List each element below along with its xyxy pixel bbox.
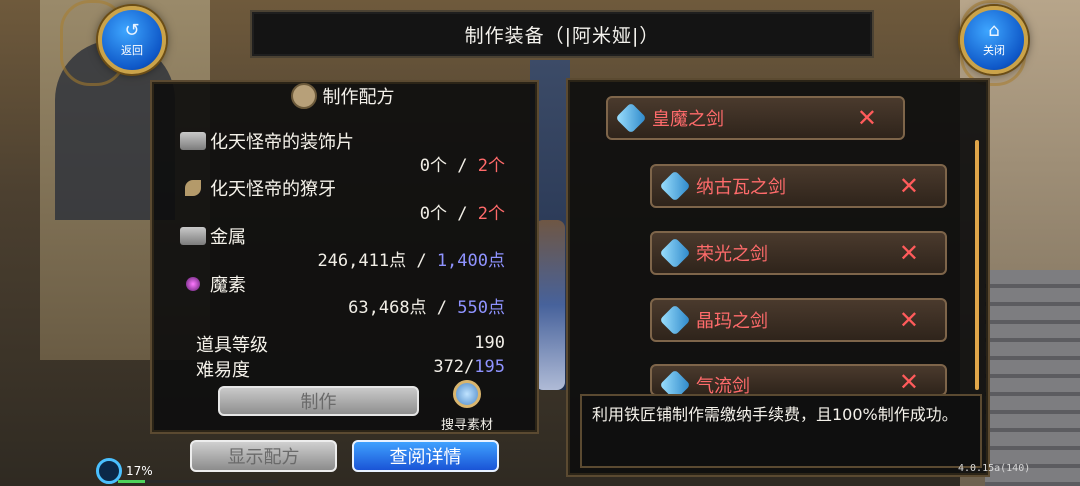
player-character [535, 220, 565, 390]
material-name-row: 化天怪帝的装饰片 [180, 128, 354, 154]
material-name: 魔素 [210, 275, 246, 296]
remove-icon[interactable]: ✕ [899, 306, 919, 334]
weapon-item[interactable]: 皇魔之剑 ✕ [606, 96, 905, 140]
search-materials-button[interactable]: 搜寻素材 [436, 380, 498, 433]
difficulty-required: 195 [474, 357, 505, 377]
title-bar: 制作装备（|阿米娅|） [250, 10, 874, 58]
recipe-header: 制作配方 [150, 80, 535, 112]
home-icon: ⌂ [988, 20, 1000, 41]
weapon-list-scrollbar[interactable] [975, 140, 979, 390]
sword-icon [659, 304, 691, 336]
weapon-item[interactable]: 纳古瓦之剑 ✕ [650, 164, 947, 208]
metal-piece-icon [180, 132, 206, 150]
material-quantity: 63,468点 / 550点 [348, 293, 505, 318]
page-title: 制作装备（|阿米娅|） [464, 24, 660, 47]
material-name-row: 魔素 [180, 271, 246, 297]
back-label: 返回 [121, 44, 143, 57]
magnifier-icon [453, 380, 481, 408]
description-text: 利用铁匠铺制作需缴纳手续费，且100%制作成功。 [592, 405, 958, 424]
sword-icon [659, 369, 691, 394]
difficulty-label: 难易度 [196, 360, 250, 381]
weapon-name: 气流剑 [696, 376, 750, 396]
material-sep: / [426, 298, 458, 318]
magic-orb-icon [186, 277, 200, 291]
close-button[interactable]: ⌂ 关闭 [960, 6, 1028, 74]
remove-icon[interactable]: ✕ [899, 172, 919, 200]
recipe-title: 制作配方 [322, 87, 395, 108]
weapon-item[interactable]: 气流剑 ✕ [650, 364, 947, 396]
progress-percent: 17% [126, 464, 153, 478]
weapon-item[interactable]: 晶玛之剑 ✕ [650, 298, 947, 342]
material-have: 246,411点 [317, 251, 407, 271]
material-name: 化天怪帝的獠牙 [210, 179, 336, 200]
version-text: 4.0.15a(140) [958, 463, 1031, 474]
progress-bar [118, 480, 278, 483]
item-level-value: 190 [474, 333, 505, 353]
back-button[interactable]: ↺ 返回 [98, 6, 166, 74]
remove-icon[interactable]: ✕ [899, 239, 919, 267]
show-recipe-button[interactable]: 显示配方 [190, 440, 337, 472]
material-quantity: 246,411点 / 1,400点 [317, 246, 505, 271]
recipe-scroll-icon [290, 83, 317, 109]
material-name: 金属 [210, 227, 246, 248]
material-quantity: 0个 / 2个 [420, 151, 505, 176]
stairs [985, 270, 1080, 486]
material-need: 2个 [477, 204, 505, 224]
sword-icon [659, 237, 691, 269]
material-need: 2个 [477, 156, 505, 176]
material-name-row: 金属 [180, 223, 246, 249]
material-name-row: 化天怪帝的獠牙 [180, 175, 336, 201]
material-need: 1,400点 [436, 251, 505, 271]
fang-icon [185, 180, 201, 196]
material-have: 0个 [419, 156, 448, 176]
search-materials-label: 搜寻素材 [440, 418, 493, 433]
material-sep: / [447, 204, 478, 224]
material-need: 550点 [457, 298, 505, 318]
weapon-item[interactable]: 荣光之剑 ✕ [650, 231, 947, 275]
sword-icon [615, 102, 647, 134]
remove-icon[interactable]: ✕ [857, 104, 877, 132]
material-sep: / [406, 251, 437, 271]
make-button[interactable]: 制作 [218, 386, 419, 416]
progress-bar-fill [118, 480, 146, 483]
difficulty-current: 372/ [433, 357, 475, 377]
view-details-button[interactable]: 查阅详情 [352, 440, 499, 472]
material-name: 化天怪帝的装饰片 [210, 132, 354, 153]
back-arrow-icon: ↺ [124, 20, 140, 41]
weapon-name: 晶玛之剑 [696, 311, 768, 332]
weapon-name: 荣光之剑 [696, 244, 768, 265]
weapon-name: 皇魔之剑 [652, 109, 724, 130]
sword-icon [659, 170, 691, 202]
material-sep: / [447, 156, 478, 176]
material-have: 0个 [419, 204, 448, 224]
material-quantity: 0个 / 2个 [420, 199, 505, 224]
difficulty-value: 372/195 [433, 357, 505, 377]
metal-ingot-icon [180, 227, 206, 245]
description-box: 利用铁匠铺制作需缴纳手续费，且100%制作成功。 [580, 394, 982, 468]
item-level-label: 道具等级 [196, 335, 268, 356]
remove-icon[interactable]: ✕ [899, 368, 919, 394]
material-have: 63,468点 [348, 298, 427, 318]
weapon-name: 纳古瓦之剑 [696, 177, 786, 198]
close-label: 关闭 [983, 44, 1005, 57]
